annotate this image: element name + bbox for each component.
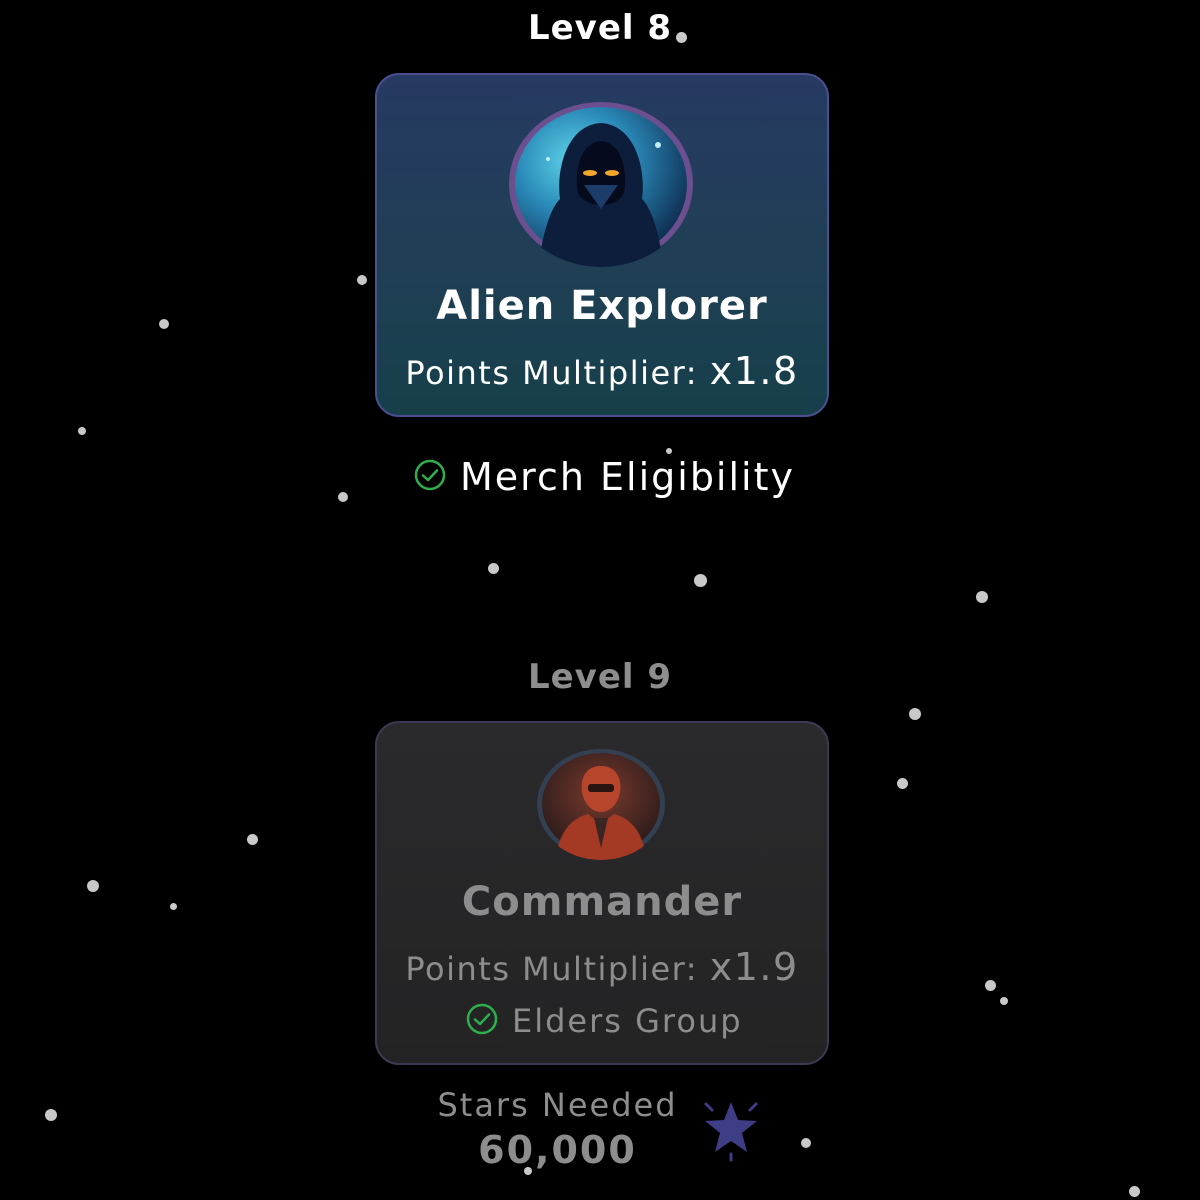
check-circle-icon [466,1003,498,1039]
star-dot [357,275,367,285]
star-dot [170,903,177,910]
star-dot [45,1109,57,1121]
star-dot [666,448,672,454]
star-dot [801,1138,811,1148]
level-8-name: Alien Explorer [436,283,768,329]
level-9-name: Commander [461,879,743,925]
star-dot [909,708,921,720]
commander-figure-icon [537,749,665,860]
level-9-title: Level 9 [527,657,673,697]
star-dot [338,492,348,502]
star-dot [247,834,258,845]
star-dot [976,591,988,603]
multiplier-value: x1.8 [709,349,799,393]
elders-group-perk: Elders Group [466,1002,743,1040]
star-dot [1000,997,1008,1005]
level-9-card[interactable]: Commander Points Multiplier: x1.9 Elders… [375,721,829,1065]
level-8-title: Level 8 [527,8,673,48]
star-dot [897,778,908,789]
star-dot [488,563,499,574]
multiplier-value: x1.9 [709,945,799,989]
stars-needed-value: 60,000 [478,1128,637,1172]
stars-needed-label: Stars Needed [437,1086,678,1124]
level-8-multiplier: Points Multiplier: x1.8 [377,349,827,393]
star-dot [78,427,86,435]
perk-label: Merch Eligibility [460,455,795,499]
star-icon [698,1096,764,1162]
commander-avatar [536,748,666,860]
star-dot [87,880,99,892]
alien-explorer-avatar [508,101,694,267]
check-circle-icon [414,459,446,495]
level-8-card[interactable]: Alien Explorer Points Multiplier: x1.8 [375,73,829,417]
merch-eligibility-perk: Merch Eligibility [414,455,795,499]
multiplier-label: Points Multiplier: [405,950,699,988]
multiplier-label: Points Multiplier: [405,354,699,392]
star-dot [985,980,996,991]
star-dot [1129,1186,1140,1197]
perk-label: Elders Group [512,1002,743,1040]
star-dot [694,574,707,587]
level-9-multiplier: Points Multiplier: x1.9 [377,945,827,989]
star-dot [159,319,169,329]
hooded-figure-icon [509,102,693,267]
